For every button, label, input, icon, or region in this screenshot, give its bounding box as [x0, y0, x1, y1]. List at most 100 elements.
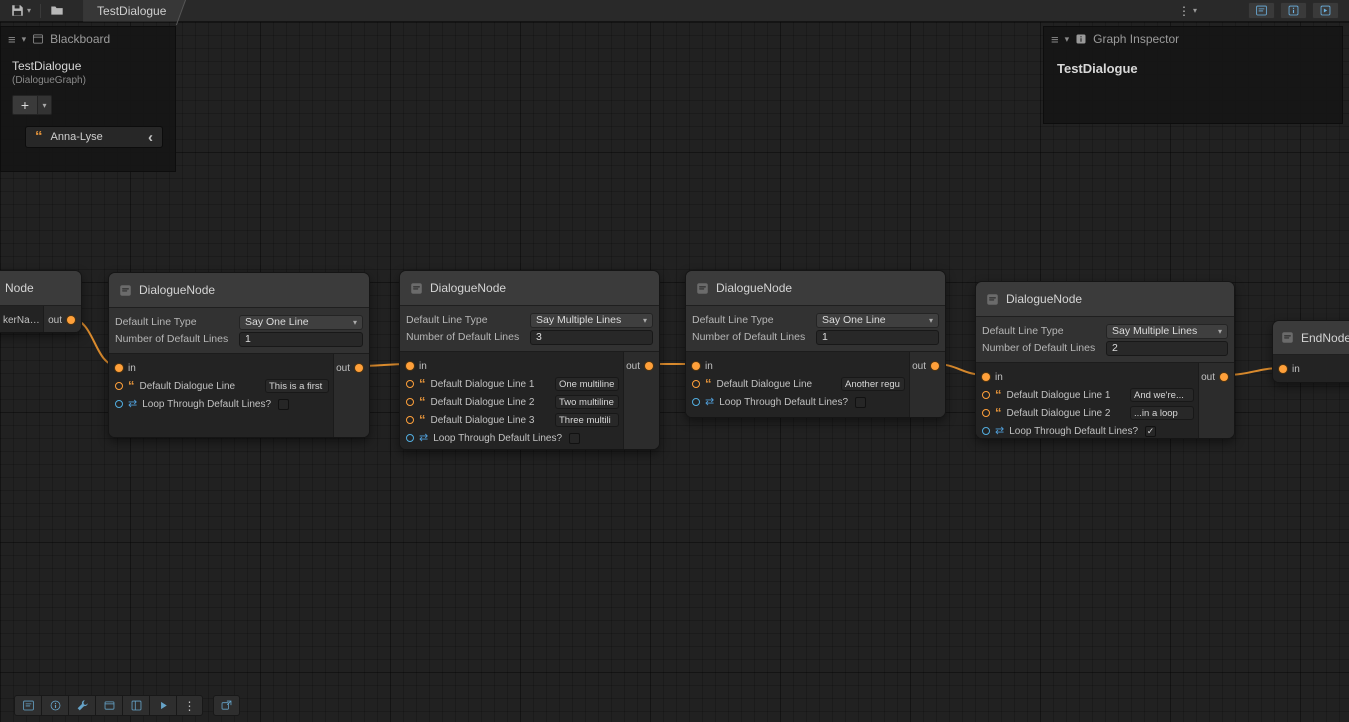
blackboard-panel[interactable]: ≡ ▾ Blackboard TestDialogue (DialogueGra… — [0, 26, 176, 172]
dialogue-line-input[interactable]: Another regu — [841, 377, 905, 391]
toggle-blackboard-button-bottom[interactable] — [14, 695, 41, 716]
dialogue-line-port[interactable] — [406, 416, 414, 424]
dialogue-node-1[interactable]: DialogueNode Default Line Type Say One L… — [108, 272, 370, 438]
dialogue-line-port[interactable] — [406, 398, 414, 406]
out-port[interactable] — [645, 362, 653, 370]
node-title-bar[interactable]: DialogueNode — [109, 273, 369, 308]
node-title-bar[interactable]: DialogueNode — [976, 282, 1234, 317]
num-lines-input[interactable]: 1 — [239, 332, 363, 347]
quote-icon: “ — [705, 381, 712, 387]
loop-port[interactable] — [982, 427, 990, 435]
loop-port[interactable] — [115, 400, 123, 408]
more-menu-button[interactable]: ⋮ ▾ — [1172, 2, 1203, 20]
tools-button[interactable] — [68, 695, 95, 716]
panels-button[interactable] — [122, 695, 149, 716]
dialogue-line-port[interactable] — [982, 409, 990, 417]
line-type-label: Default Line Type — [692, 314, 816, 326]
in-port[interactable] — [982, 373, 990, 381]
line-type-dropdown[interactable]: Say Multiple Lines ▾ — [530, 313, 653, 328]
line-type-dropdown[interactable]: Say Multiple Lines ▾ — [1106, 324, 1228, 339]
dialogue-line-input[interactable]: One multiline — [555, 377, 619, 391]
quote-icon: “ — [128, 383, 135, 389]
dialogue-line-input[interactable]: And we're... — [1130, 388, 1194, 402]
dialogue-line-input[interactable]: ...in a loop — [1130, 406, 1194, 420]
dialogue-line-input[interactable]: This is a first — [265, 379, 329, 393]
dialogue-line-port[interactable] — [406, 380, 414, 388]
toggle-blackboard-button[interactable] — [1248, 2, 1275, 19]
add-field-button[interactable]: + — [12, 95, 38, 115]
loop-checkbox[interactable] — [569, 433, 580, 444]
loop-icon: ⇄ — [128, 399, 137, 410]
line-type-dropdown[interactable]: Say One Line ▾ — [816, 313, 939, 328]
toggle-inspector-button-bottom[interactable] — [41, 695, 68, 716]
num-lines-input[interactable]: 1 — [816, 330, 939, 345]
dialogue-line-port[interactable] — [115, 382, 123, 390]
dialogue-node-3[interactable]: DialogueNode Default Line Type Say One L… — [685, 270, 946, 418]
out-port[interactable] — [67, 316, 75, 324]
more-menu-button-bottom[interactable]: ⋮ — [176, 695, 203, 716]
add-field-dropdown-button[interactable]: ▾ — [38, 95, 52, 115]
node-fields: Default Line Type Say Multiple Lines ▾ N… — [976, 317, 1234, 363]
speaker-node-partial[interactable]: Node kerName out — [0, 270, 82, 333]
blackboard-icon — [32, 33, 44, 45]
blackboard-field-anna-lyse[interactable]: “ Anna-Lyse ‹ — [25, 126, 163, 148]
collapse-arrow-icon[interactable]: ▾ — [1065, 34, 1070, 45]
node-title: DialogueNode — [430, 281, 506, 295]
graph-inspector-panel[interactable]: ≡ ▾ Graph Inspector TestDialogue — [1043, 26, 1343, 124]
dialogue-node-icon — [696, 282, 709, 295]
window-button[interactable] — [95, 695, 122, 716]
out-port[interactable] — [1220, 373, 1228, 381]
node-fields: Default Line Type Say Multiple Lines ▾ N… — [400, 306, 659, 352]
toolbar-right-group: ⋮ ▾ — [1172, 2, 1343, 20]
in-port[interactable] — [692, 362, 700, 370]
dialogue-line-port[interactable] — [692, 380, 700, 388]
loop-port[interactable] — [692, 398, 700, 406]
toolbar-separator — [40, 4, 41, 18]
expand-chevron-icon[interactable]: ‹ — [148, 130, 153, 145]
num-lines-label: Number of Default Lines — [115, 333, 239, 345]
node-title-bar[interactable]: DialogueNode — [686, 271, 945, 306]
node-title-bar[interactable]: Node — [0, 271, 81, 306]
dialogue-node-icon — [119, 284, 132, 297]
loop-port[interactable] — [406, 434, 414, 442]
open-asset-button[interactable] — [45, 2, 69, 20]
bottom-toolbar-group: ⋮ — [14, 695, 203, 716]
end-node[interactable]: EndNode in — [1272, 320, 1349, 383]
preview-toggle-icon — [1319, 4, 1332, 17]
num-lines-label: Number of Default Lines — [406, 331, 530, 343]
num-lines-input[interactable]: 2 — [1106, 341, 1228, 356]
drag-handle-icon[interactable]: ≡ — [1051, 33, 1059, 46]
drag-handle-icon[interactable]: ≡ — [8, 33, 16, 46]
in-port[interactable] — [406, 362, 414, 370]
loop-checkbox[interactable] — [855, 397, 866, 408]
dialogue-line-port-row: “ Default Dialogue Line 1 One multiline — [406, 375, 623, 393]
node-title-bar[interactable]: EndNode — [1273, 321, 1349, 355]
dialogue-line-input[interactable]: Three multili — [555, 413, 619, 427]
inspector-header[interactable]: ≡ ▾ Graph Inspector — [1044, 27, 1342, 51]
dialogue-line-port[interactable] — [982, 391, 990, 399]
node-title-bar[interactable]: DialogueNode — [400, 271, 659, 306]
dialogue-line-input[interactable]: Two multiline — [555, 395, 619, 409]
play-button[interactable] — [149, 695, 176, 716]
in-port[interactable] — [115, 364, 123, 372]
loop-checkbox[interactable]: ✓ — [1145, 426, 1156, 437]
quote-icon: “ — [35, 133, 43, 141]
loop-checkbox[interactable] — [278, 399, 289, 410]
collapse-arrow-icon[interactable]: ▾ — [22, 34, 27, 45]
save-button[interactable]: ▾ — [6, 2, 36, 20]
blackboard-header[interactable]: ≡ ▾ Blackboard — [1, 27, 175, 51]
toggle-preview-button[interactable] — [1312, 2, 1339, 19]
dialogue-line-port-row: “ Default Dialogue Line 2 Two multiline — [406, 393, 623, 411]
out-port[interactable] — [931, 362, 939, 370]
num-lines-input[interactable]: 3 — [530, 330, 653, 345]
in-port[interactable] — [1279, 365, 1287, 373]
open-external-button[interactable] — [213, 695, 240, 716]
out-port[interactable] — [355, 364, 363, 372]
dialogue-node-4[interactable]: DialogueNode Default Line Type Say Multi… — [975, 281, 1235, 439]
line-type-dropdown[interactable]: Say One Line ▾ — [239, 315, 363, 330]
dialogue-node-2[interactable]: DialogueNode Default Line Type Say Multi… — [399, 270, 660, 450]
in-port-row: in — [692, 357, 909, 375]
toggle-inspector-button[interactable] — [1280, 2, 1307, 19]
top-toolbar: ▾ TestDialogue ⋮ ▾ — [0, 0, 1349, 22]
breadcrumb-tab[interactable]: TestDialogue — [83, 0, 186, 22]
